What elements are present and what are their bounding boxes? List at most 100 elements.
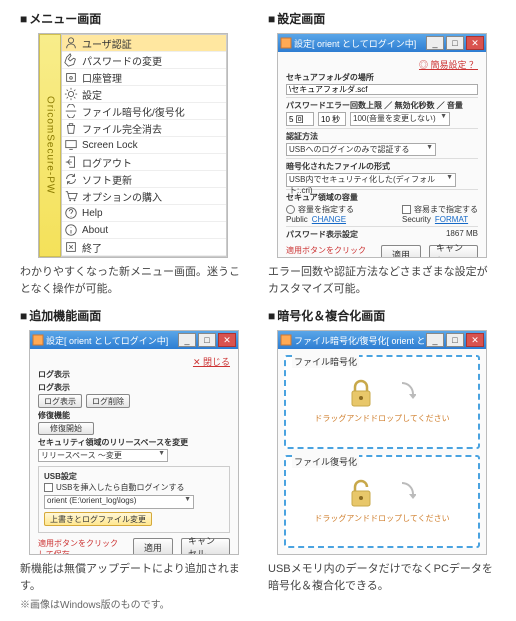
encrypt-dropzone[interactable]: ファイル暗号化 ドラッグアンドドロップしてください bbox=[284, 355, 480, 449]
sidebar-tab[interactable]: OricomSecure-PW bbox=[39, 34, 61, 257]
minimize-button[interactable]: _ bbox=[178, 333, 196, 347]
cancel-button[interactable]: キャンセル bbox=[181, 538, 230, 555]
encrypt-label: ファイル暗号化 bbox=[292, 355, 359, 368]
menu-item-label: Help bbox=[82, 208, 103, 219]
menu-item-encrypt[interactable]: ファイル暗号化/復号化 bbox=[62, 103, 226, 120]
menu-item-label: 終了 bbox=[82, 240, 102, 255]
close-button[interactable]: ✕ bbox=[466, 333, 484, 347]
minimize-button[interactable]: _ bbox=[426, 36, 444, 50]
menu-item-settings[interactable]: 設定 bbox=[62, 86, 226, 103]
menu-item-purchase[interactable]: オプションの購入 bbox=[62, 188, 226, 205]
close-button[interactable]: ✕ bbox=[466, 36, 484, 50]
extra-section: 追加機能画面 設定[ orient としてログイン中] _ □ ✕ ✕ 閉じる … bbox=[20, 307, 248, 611]
pwdisp-value: 1867 MB bbox=[446, 229, 478, 240]
settings-screenshot: 設定[ orient としてログイン中] _ □ ✕ ◎ 簡易設定 ？ セキュア… bbox=[277, 33, 487, 258]
decrypt-dropzone[interactable]: ファイル復号化 ドラッグアンドドロップしてください bbox=[284, 455, 480, 549]
titlebar[interactable]: ファイル暗号化/復号化[ orient としてログ… _ □ ✕ bbox=[278, 331, 486, 349]
app-icon bbox=[32, 334, 44, 346]
crypto-section: 暗号化＆複合化画面 ファイル暗号化/復号化[ orient としてログ… _ □… bbox=[268, 307, 496, 611]
menu-item-label: About bbox=[82, 225, 108, 236]
menu-screenshot: OricomSecure-PW ユーザ認証 パスワードの変更 口座管理 設定 フ… bbox=[38, 33, 228, 258]
settings-title: 設定画面 bbox=[268, 10, 496, 27]
menu-item-exit[interactable]: 終了 bbox=[62, 239, 226, 256]
extra-title: 追加機能画面 bbox=[20, 307, 248, 324]
menu-item-change-password[interactable]: パスワードの変更 bbox=[62, 52, 226, 69]
menu-item-user-auth[interactable]: ユーザ認証 bbox=[62, 35, 226, 52]
usb-group: USB設定 USBを挿入したら自動ログインする orient (E:\orien… bbox=[38, 466, 230, 533]
arrow-cycle-icon bbox=[388, 380, 416, 408]
menu-item-erase[interactable]: ファイル完全消去 bbox=[62, 120, 226, 137]
crypto-title: 暗号化＆複合化画面 bbox=[268, 307, 496, 324]
cancel-button[interactable]: キャンセル bbox=[429, 245, 478, 258]
close-button[interactable]: ✕ bbox=[218, 333, 236, 347]
usb-path-select[interactable]: orient (E:\orient_log\logs) bbox=[44, 495, 194, 509]
window-title: 設定[ orient としてログイン中] bbox=[294, 37, 424, 50]
timeout-input[interactable] bbox=[318, 112, 346, 126]
enc-select[interactable]: USB内でセキュリティ化した(ディフォルト:.cri) bbox=[286, 173, 456, 187]
menu-item-screenlock[interactable]: Screen Lock bbox=[62, 137, 226, 154]
maximize-button[interactable]: □ bbox=[446, 333, 464, 347]
menu-item-account[interactable]: 口座管理 bbox=[62, 69, 226, 86]
apply-button[interactable]: 適用 bbox=[133, 538, 173, 555]
menu-item-logout[interactable]: ログアウト bbox=[62, 154, 226, 171]
log-delete-button[interactable]: ログ削除 bbox=[86, 394, 130, 408]
maximize-button[interactable]: □ bbox=[198, 333, 216, 347]
footer-note: 適用ボタンをクリックして保存 bbox=[286, 245, 373, 258]
simple-settings-link[interactable]: ◎ 簡易設定 ？ bbox=[286, 58, 478, 71]
menu-section: メニュー画面 OricomSecure-PW ユーザ認証 パスワードの変更 口座… bbox=[20, 10, 248, 297]
menu-caption: わかりやすくなった新メニュー画面。迷うことなく操作が可能。 bbox=[20, 264, 248, 297]
log-sublabel: ログ表示 bbox=[38, 382, 230, 393]
crypto-screenshot: ファイル暗号化/復号化[ orient としてログ… _ □ ✕ ファイル暗号化 bbox=[277, 330, 487, 555]
secdom-label: セキュア領域の容量 bbox=[286, 192, 478, 203]
titlebar[interactable]: 設定[ orient としてログイン中] _ □ ✕ bbox=[30, 331, 238, 349]
restore-button[interactable]: 修復開始 bbox=[38, 422, 94, 435]
titlebar[interactable]: 設定[ orient としてログイン中] _ □ ✕ bbox=[278, 34, 486, 52]
release-select[interactable]: リリースペース ～変更 bbox=[38, 449, 168, 462]
enc-label: 暗号化されたファイルの形式 bbox=[286, 161, 478, 172]
restore-label: 修復機能 bbox=[38, 410, 230, 421]
footer-note: 適用ボタンをクリックして保存 bbox=[38, 538, 125, 555]
maximize-button[interactable]: □ bbox=[446, 36, 464, 50]
menu-item-label: オプションの購入 bbox=[82, 189, 162, 204]
capacity-radio[interactable]: 容量を指定する bbox=[286, 204, 354, 215]
auth-label: 認証方法 bbox=[286, 131, 478, 142]
close-link[interactable]: ✕ 閉じる bbox=[38, 355, 230, 368]
extra-caption: 新機能は無償アップデートにより追加されます。 bbox=[20, 561, 248, 594]
menu-item-about[interactable]: About bbox=[62, 222, 226, 239]
usb-overwrite-button[interactable]: 上書きとログファイル変更 bbox=[44, 512, 152, 526]
extra-subcaption: ※画像はWindows版のものです。 bbox=[20, 596, 248, 611]
apply-button[interactable]: 適用 bbox=[381, 245, 421, 258]
menu-item-label: ログアウト bbox=[82, 155, 132, 170]
change-link[interactable]: CHANGE bbox=[312, 215, 346, 224]
usb-autologin-check[interactable]: USBを挿入したら自動ログインする bbox=[44, 482, 224, 493]
window-title: ファイル暗号化/復号化[ orient としてログ… bbox=[294, 334, 424, 347]
menu-item-label: 設定 bbox=[82, 87, 102, 102]
app-icon bbox=[280, 334, 292, 346]
menu-item-label: ソフト更新 bbox=[82, 172, 132, 187]
settings-caption: エラー回数や認証方法などさまざまな設定がカスタマイズ可能。 bbox=[268, 264, 496, 297]
pwdisp-label: パスワード表示設定 bbox=[286, 229, 358, 240]
window-title: 設定[ orient としてログイン中] bbox=[46, 334, 176, 347]
crypto-caption: USBメモリ内のデータだけでなくPCデータを暗号化＆複合化できる。 bbox=[268, 561, 496, 594]
volume-select[interactable]: 100(音量を変更しない) bbox=[350, 112, 450, 126]
extra-screenshot: 設定[ orient としてログイン中] _ □ ✕ ✕ 閉じる ログ表示 ログ… bbox=[29, 330, 239, 555]
log-label: ログ表示 bbox=[38, 369, 230, 380]
log-view-button[interactable]: ログ表示 bbox=[38, 394, 82, 408]
minimize-button[interactable]: _ bbox=[426, 333, 444, 347]
arrow-cycle-icon bbox=[388, 480, 416, 508]
pw-group-label: パスワードエラー回数上限 ／ 無効化秒数 ／ 音量 bbox=[286, 100, 478, 111]
secure-folder-input[interactable] bbox=[286, 84, 478, 95]
usb-label: USB設定 bbox=[44, 471, 224, 482]
lock-closed-icon bbox=[348, 379, 374, 409]
menu-item-label: Screen Lock bbox=[82, 140, 138, 151]
format-link[interactable]: FORMAT bbox=[435, 215, 468, 224]
menu-item-update[interactable]: ソフト更新 bbox=[62, 171, 226, 188]
auth-select[interactable]: USBへのログインのみで認証する bbox=[286, 143, 436, 156]
menu-item-help[interactable]: Help bbox=[62, 205, 226, 222]
lock-open-icon bbox=[348, 479, 374, 509]
retry-input[interactable] bbox=[286, 112, 314, 126]
easy-capacity-check[interactable]: 容易まで指定する bbox=[402, 204, 478, 215]
settings-section: 設定画面 設定[ orient としてログイン中] _ □ ✕ ◎ 簡易設定 ？… bbox=[268, 10, 496, 297]
menu-item-label: ファイル完全消去 bbox=[82, 121, 162, 136]
decrypt-label: ファイル復号化 bbox=[292, 455, 359, 468]
